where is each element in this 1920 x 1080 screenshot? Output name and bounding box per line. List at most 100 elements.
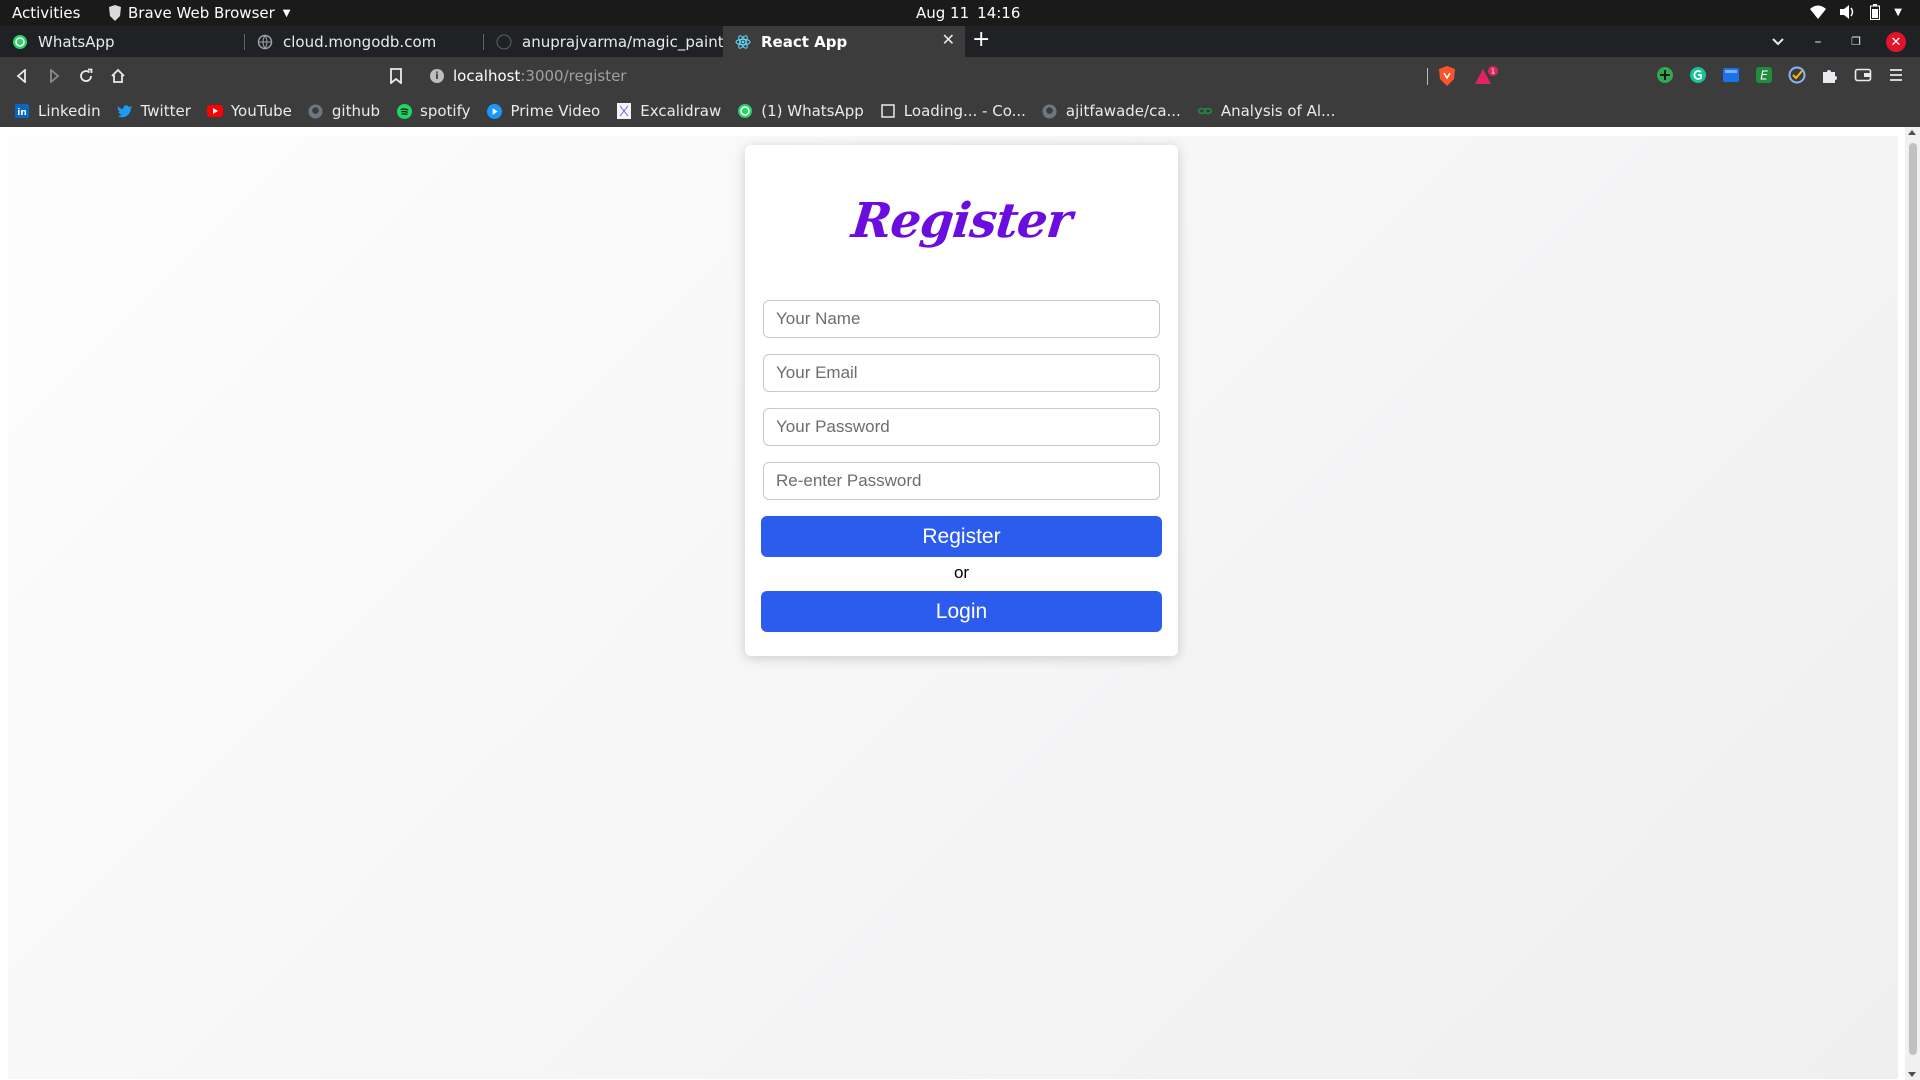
status-menu[interactable]: ▼ [1810, 4, 1902, 20]
brave-lion-icon [109, 5, 121, 21]
green-plus-extension-icon[interactable] [1655, 65, 1675, 85]
confirm-password-input[interactable] [763, 462, 1160, 500]
site-info-icon[interactable]: i [430, 69, 444, 83]
register-title: Register [848, 193, 1075, 249]
bookmark-github[interactable]: github [308, 102, 380, 120]
svg-text:E: E [1760, 69, 1768, 83]
name-input[interactable] [763, 300, 1160, 338]
close-tab-icon[interactable]: ✕ [942, 30, 955, 49]
linkedin-icon: in [14, 103, 30, 119]
wifi-icon [1810, 5, 1827, 19]
svg-text:in: in [17, 108, 27, 118]
grammarly-icon[interactable] [1688, 65, 1708, 85]
tab-github-magic-paint[interactable]: anuprajvarma/magic_paint [484, 26, 724, 57]
brave-rewards-button[interactable]: 1 [1473, 66, 1499, 90]
scrollbar-thumb[interactable] [1909, 143, 1917, 1055]
url-bar[interactable]: i localhost:3000/register [416, 61, 1496, 91]
brave-shields-button[interactable] [1438, 66, 1456, 90]
link-icon [1197, 103, 1213, 119]
youtube-icon [206, 103, 223, 119]
bookmark-linkedin[interactable]: in Linkedin [14, 102, 101, 120]
puzzle-extensions-icon[interactable] [1820, 65, 1840, 85]
bookmarks-bar: in Linkedin Twitter YouTube github spoti… [0, 95, 1920, 127]
bookmark-spotify[interactable]: spotify [396, 102, 470, 120]
tab-search-button[interactable] [1768, 26, 1788, 57]
tab-mongodb[interactable]: cloud.mongodb.com [245, 26, 483, 57]
extensions-toolbar: E [1655, 65, 1906, 85]
bookmark-excalidraw[interactable]: Excalidraw [616, 102, 721, 120]
system-top-bar: Activities Brave Web Browser ▼ Aug 11 14:… [0, 0, 1920, 26]
excalidraw-icon [616, 103, 632, 119]
page-background: Register Register or Login [8, 136, 1898, 1079]
prime-video-icon [486, 103, 502, 119]
reload-button[interactable] [76, 66, 96, 86]
spotify-icon [396, 103, 412, 119]
github-icon [308, 103, 324, 119]
password-input[interactable] [763, 408, 1160, 446]
page-viewport: Register Register or Login [0, 127, 1920, 1080]
tab-strip: WhatsApp cloud.mongodb.com anuprajvarma/… [0, 26, 1920, 57]
back-button[interactable] [12, 66, 32, 86]
tab-title: WhatsApp [38, 32, 115, 51]
forward-button[interactable] [44, 66, 64, 86]
menu-icon[interactable] [1886, 65, 1906, 85]
scroll-up-arrow-icon[interactable] [1908, 130, 1916, 135]
bookmark-ajitfawade[interactable]: ajitfawade/ca... [1042, 102, 1181, 120]
clock-time: 14:16 [977, 4, 1021, 22]
or-separator: or [953, 563, 970, 582]
login-button[interactable]: Login [761, 591, 1162, 632]
bookmark-label: Prime Video [510, 102, 601, 120]
check-circle-extension-icon[interactable] [1787, 65, 1807, 85]
rewards-triangle-icon: 1 [1475, 66, 1498, 84]
globe-icon [257, 34, 273, 50]
navigation-bar: i localhost:3000/register 1 E [0, 57, 1920, 95]
bookmark-twitter[interactable]: Twitter [117, 102, 191, 120]
bookmark-label: (1) WhatsApp [761, 102, 864, 120]
page-icon [880, 103, 896, 119]
bookmark-label: Loading... - Co... [903, 102, 1026, 120]
svg-text:1: 1 [1491, 68, 1495, 76]
whatsapp-icon [737, 103, 753, 119]
bookmark-youtube[interactable]: YouTube [206, 102, 292, 120]
activities-button[interactable]: Activities [12, 4, 80, 22]
bookmark-label: Analysis of Al... [1220, 102, 1336, 120]
brave-shield-icon [1439, 66, 1455, 86]
register-card: Register Register or Login [745, 145, 1178, 656]
tab-react-app[interactable]: React App ✕ [723, 26, 965, 57]
bookmark-label: YouTube [230, 102, 292, 120]
bookmark-analysis[interactable]: Analysis of Al... [1197, 102, 1336, 120]
email-input[interactable] [763, 354, 1160, 392]
url-path: :3000/register [520, 67, 627, 85]
home-icon [111, 68, 125, 83]
chevron-down-icon: ▼ [282, 7, 291, 19]
app-menu[interactable]: Brave Web Browser ▼ [108, 4, 290, 22]
minimize-button[interactable]: – [1808, 26, 1828, 57]
github-icon [496, 34, 512, 50]
bookmark-prime-video[interactable]: Prime Video [486, 102, 600, 120]
restore-button[interactable]: ❐ [1846, 26, 1866, 57]
bookmark-icon [390, 68, 402, 84]
bookmark-loading[interactable]: Loading... - Co... [880, 102, 1026, 120]
tab-whatsapp[interactable]: WhatsApp [0, 26, 244, 57]
bookmark-label: Excalidraw [640, 102, 722, 120]
url-host: localhost [453, 67, 521, 85]
new-tab-button[interactable]: + [972, 27, 990, 52]
whatsapp-icon [12, 34, 28, 50]
green-e-extension-icon[interactable]: E [1754, 65, 1774, 85]
app-name: Brave Web Browser [128, 4, 275, 22]
close-window-button[interactable]: ✕ [1886, 32, 1906, 52]
blue-square-extension-icon[interactable] [1721, 65, 1741, 85]
tab-title: React App [761, 32, 848, 51]
bookmark-button[interactable] [386, 66, 406, 86]
vertical-scrollbar[interactable] [1905, 127, 1920, 1080]
clock[interactable]: Aug 11 14:16 [916, 4, 1020, 22]
tab-title: cloud.mongodb.com [283, 32, 437, 51]
register-button[interactable]: Register [761, 516, 1162, 557]
bookmark-label: Linkedin [38, 102, 101, 120]
scroll-down-arrow-icon[interactable] [1908, 1072, 1916, 1077]
battery-icon [1870, 4, 1881, 20]
home-button[interactable] [108, 66, 128, 86]
bookmark-whatsapp[interactable]: (1) WhatsApp [737, 102, 864, 120]
bookmark-label: ajitfawade/ca... [1065, 102, 1181, 120]
wallet-icon[interactable] [1853, 65, 1873, 85]
